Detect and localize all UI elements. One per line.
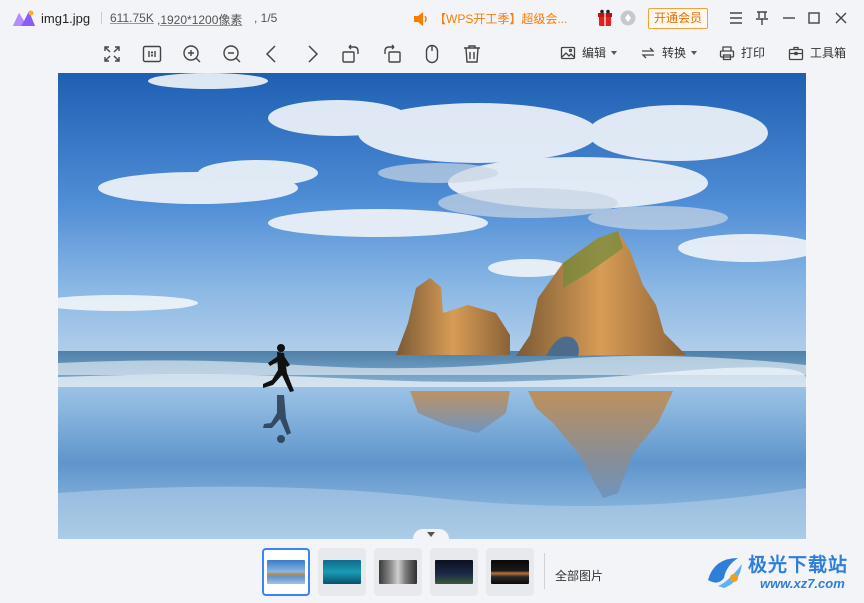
gift-icon[interactable] — [596, 9, 614, 27]
toolbar: 编辑 转换 打印 工具箱 — [0, 40, 864, 68]
divider — [101, 12, 102, 24]
watermark-name: 极光下载站 — [748, 555, 849, 576]
close-icon[interactable] — [832, 9, 850, 27]
thumbnail-image — [491, 560, 529, 584]
actual-size-icon — [142, 45, 162, 63]
chevron-down-icon — [691, 50, 698, 55]
fit-screen-button[interactable] — [100, 42, 124, 66]
thumbnail-image — [379, 560, 417, 584]
collapse-thumbnails-button[interactable] — [413, 529, 449, 540]
edit-menu[interactable]: 编辑 — [560, 44, 618, 61]
actual-size-button[interactable] — [140, 42, 164, 66]
mouse-icon — [425, 44, 439, 64]
rotate-right-icon — [384, 44, 401, 63]
promo-banner[interactable]: 【WPS开工季】超级会... — [413, 10, 567, 27]
thumbnail-1[interactable] — [262, 548, 310, 596]
convert-menu[interactable]: 转换 — [640, 44, 698, 61]
zoom-out-button[interactable] — [220, 42, 244, 66]
maximize-icon[interactable] — [805, 9, 823, 27]
print-icon — [719, 45, 735, 60]
watermark-logo-icon — [708, 558, 742, 588]
watermark-url: www.xz7.com — [760, 576, 845, 591]
mouse-mode-button[interactable] — [420, 42, 444, 66]
print-button[interactable]: 打印 — [719, 44, 765, 61]
displayed-image — [58, 73, 806, 539]
chevron-down-icon — [427, 532, 435, 537]
title-bar: img1.jpg 611.75K ,1920*1200像素 , 1/5 【WPS… — [0, 0, 864, 36]
rotate-right-button[interactable] — [380, 42, 404, 66]
thumbnail-image — [435, 560, 473, 584]
previous-button[interactable] — [260, 42, 284, 66]
chevron-down-icon — [611, 50, 618, 55]
convert-icon — [641, 47, 655, 58]
zoom-in-button[interactable] — [180, 42, 204, 66]
file-size[interactable]: 611.75K — [110, 11, 154, 25]
thumbnail-image — [267, 560, 305, 584]
promo-text: 【WPS开工季】超级会... — [434, 12, 568, 26]
minimize-icon[interactable] — [780, 9, 798, 27]
thumbnail-5[interactable] — [486, 548, 534, 596]
pin-icon[interactable] — [753, 9, 771, 27]
all-pictures-link[interactable]: 全部图片 — [555, 567, 603, 584]
watermark: 极光下载站 www.xz7.com — [704, 548, 860, 598]
image-position: , 1/5 — [254, 11, 278, 25]
vip-button[interactable]: 开通会员 — [648, 8, 708, 29]
print-label: 打印 — [741, 46, 766, 60]
toolbox-label: 工具箱 — [810, 46, 847, 60]
zoom-out-icon — [223, 45, 241, 63]
edit-image-icon — [560, 46, 576, 59]
image-viewer-app: img1.jpg 611.75K ,1920*1200像素 , 1/5 【WPS… — [0, 0, 864, 603]
rotate-left-button[interactable] — [339, 42, 363, 66]
app-logo-icon — [13, 10, 35, 26]
previous-icon — [265, 45, 276, 63]
next-button[interactable] — [300, 42, 324, 66]
thumbnail-3[interactable] — [374, 548, 422, 596]
thumbnail-2[interactable] — [318, 548, 366, 596]
image-canvas[interactable] — [58, 73, 806, 539]
toolbox-icon — [788, 46, 804, 60]
fit-screen-icon — [104, 46, 120, 62]
edit-label: 编辑 — [582, 46, 607, 60]
toolbox-button[interactable]: 工具箱 — [788, 44, 846, 61]
rotate-left-icon — [342, 44, 359, 63]
speaker-icon — [414, 11, 427, 26]
file-name: img1.jpg — [41, 11, 91, 26]
zoom-in-icon — [183, 45, 201, 63]
image-dimensions[interactable]: ,1920*1200像素 — [157, 11, 242, 28]
thumbnail-image — [323, 560, 361, 584]
next-icon — [308, 45, 319, 63]
convert-label: 转换 — [662, 46, 687, 60]
divider — [544, 553, 545, 589]
delete-icon — [464, 45, 480, 63]
thumbnail-4[interactable] — [430, 548, 478, 596]
wps-icon[interactable] — [619, 9, 637, 27]
menu-icon[interactable] — [727, 9, 745, 27]
delete-button[interactable] — [460, 42, 484, 66]
